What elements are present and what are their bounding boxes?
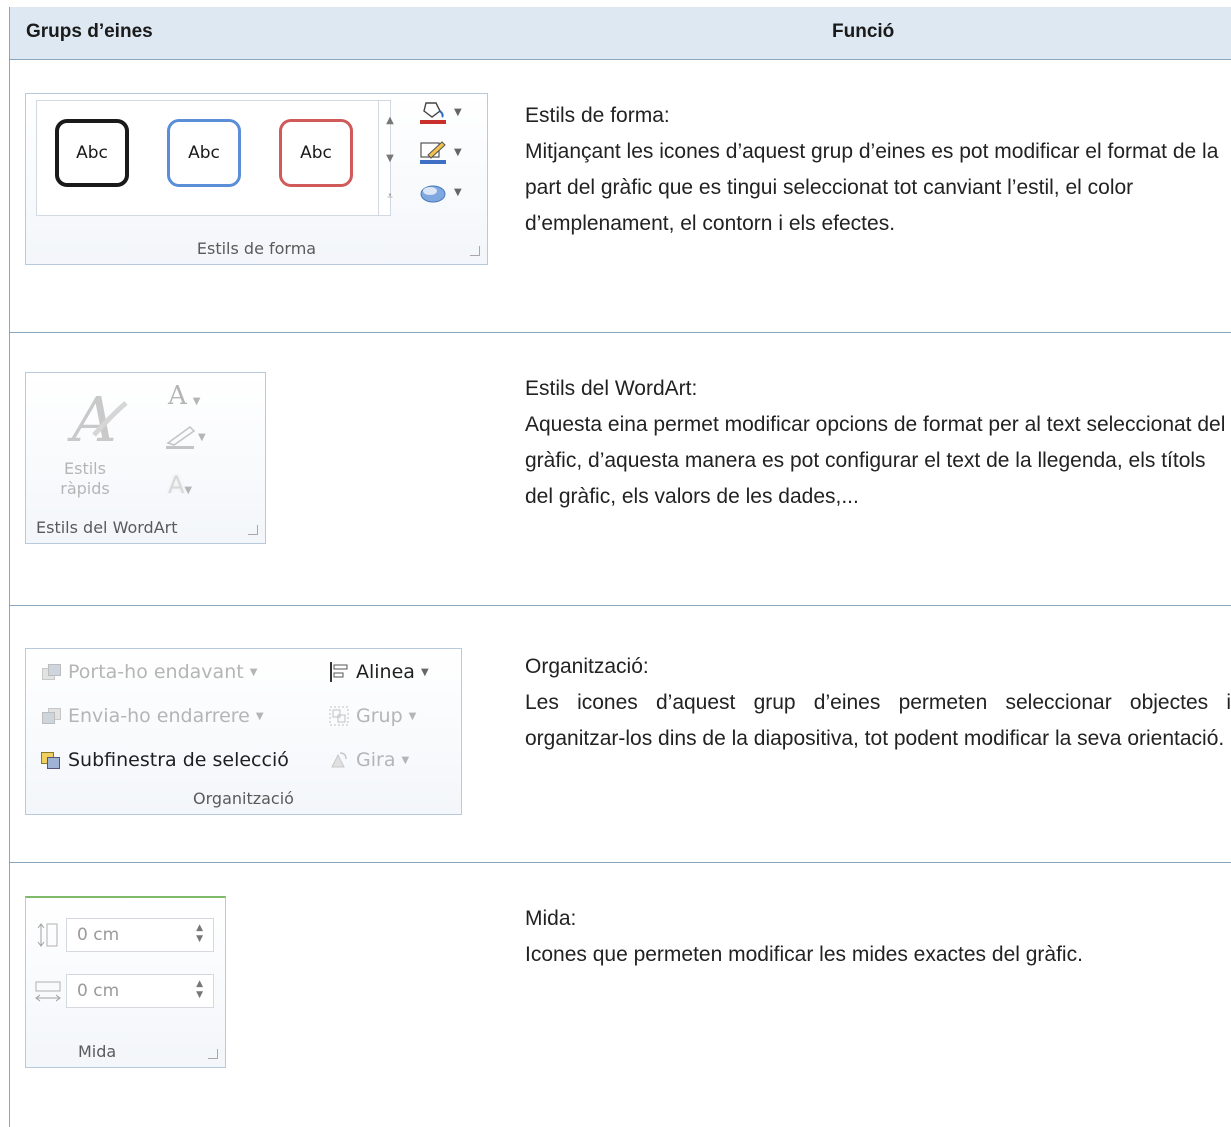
text-outline-icon[interactable]: ▼	[164, 423, 206, 451]
paint-bucket-icon	[420, 102, 446, 124]
shape-height-value: 0 cm	[77, 925, 120, 945]
row-title: Estils del WordArt:	[525, 377, 698, 400]
chevron-down-icon: ▼	[408, 710, 417, 722]
dialog-launcher-icon[interactable]	[208, 1049, 218, 1059]
shape-outline-button[interactable]: ▼	[418, 138, 468, 166]
selection-pane-button[interactable]: Subfinestra de selecció	[40, 749, 289, 771]
row-text: Les icones d’aquest grup d’eines permete…	[525, 691, 1231, 750]
header-tool-groups: Grups d’eines	[26, 21, 153, 42]
shape-height-field[interactable]: 0 cm ▲ ▼	[66, 918, 214, 952]
row-title: Estils de forma:	[525, 104, 670, 127]
table-row-arrange: Porta-ho endavant ▼ Envia-ho endarrere ▼…	[10, 606, 1231, 863]
shape-effects-button[interactable]: ▼	[418, 178, 468, 206]
row-text: Mitjançant les icones d’aquest grup d’ei…	[525, 140, 1219, 235]
table-row-wordart-styles: A Estils ràpids A ▼ ▼ A▼ Estils del WordA…	[10, 333, 1231, 606]
shape-styles-description: Estils de forma: Mitjançant les icones d…	[525, 98, 1231, 242]
shape-width-value: 0 cm	[77, 981, 120, 1001]
shape-styles-panel: Abc Abc Abc ▲ ▼ ⩡ ▼ ▼ ▼ Estils de forma	[25, 93, 488, 265]
group-icon	[329, 706, 349, 726]
size-label: Mida	[78, 1042, 117, 1061]
chevron-down-icon: ▼	[255, 710, 264, 722]
chevron-down-icon: ▼	[401, 754, 410, 766]
arrange-description: Organització: Les icones d’aquest grup d…	[525, 649, 1231, 757]
shape-style-red[interactable]: Abc	[279, 119, 353, 187]
shape-style-blue[interactable]: Abc	[167, 119, 241, 187]
arrange-panel: Porta-ho endavant ▼ Envia-ho endarrere ▼…	[25, 648, 462, 815]
align-label: Alinea	[356, 661, 415, 683]
shape-styles-gallery[interactable]: Abc Abc Abc	[36, 100, 391, 216]
text-fill-icon[interactable]: A ▼	[168, 381, 200, 411]
shape-width-field[interactable]: 0 cm ▲ ▼	[66, 974, 214, 1008]
tools-table: Grups d’eines Funció Abc Abc Abc ▲ ▼ ⩡ ▼…	[9, 7, 1231, 1127]
align-button[interactable]: Alinea ▼	[328, 661, 429, 683]
shape-height-icon	[37, 923, 58, 947]
dialog-launcher-icon[interactable]	[470, 246, 480, 256]
group-label: Grup	[356, 705, 403, 727]
row-title: Organització:	[525, 655, 649, 678]
row-text: Aquesta eina permet modificar opcions de…	[525, 413, 1226, 508]
chevron-down-icon: ▼	[249, 666, 258, 678]
send-backward-label: Envia-ho endarrere	[68, 705, 250, 727]
chevron-down-icon: ▼	[454, 106, 462, 118]
arrange-label: Organització	[193, 789, 294, 808]
chevron-down-icon: ▼	[420, 666, 429, 678]
chevron-down-icon: ▼	[454, 186, 462, 198]
header-function: Funció	[832, 21, 895, 42]
quick-styles-label-2: ràpids	[60, 479, 110, 498]
bring-forward-icon	[40, 663, 62, 681]
wordart-styles-panel: A Estils ràpids A ▼ ▼ A▼ Estils del WordA…	[25, 372, 266, 544]
bring-forward-button[interactable]: Porta-ho endavant ▼	[40, 661, 257, 683]
shape-width-icon	[35, 981, 61, 1002]
gallery-more-icon[interactable]: ⩡	[379, 178, 401, 215]
wordart-styles-description: Estils del WordArt: Aquesta eina permet …	[525, 371, 1231, 515]
pencil-outline-icon	[420, 141, 446, 164]
gallery-scroll: ▲ ▼ ⩡	[378, 100, 401, 216]
size-panel: 0 cm ▲ ▼ 0 cm ▲ ▼ Mida	[25, 896, 226, 1068]
align-icon	[330, 662, 348, 682]
shape-effects-icon	[420, 185, 446, 203]
quick-styles-icon[interactable]: A	[64, 383, 134, 456]
send-backward-icon	[40, 707, 62, 725]
spinner-arrows-icon[interactable]: ▲ ▼	[196, 923, 203, 945]
selection-pane-label: Subfinestra de selecció	[68, 749, 289, 771]
shape-fill-button[interactable]: ▼	[418, 98, 468, 126]
wordart-styles-label: Estils del WordArt	[36, 518, 178, 537]
rotate-icon	[331, 752, 347, 768]
quick-styles-button[interactable]: Estils ràpids	[26, 459, 144, 499]
text-effects-icon[interactable]: A▼	[168, 471, 192, 499]
shape-styles-label: Estils de forma	[196, 239, 317, 258]
selection-pane-icon	[40, 751, 62, 769]
size-description: Mida: Icones que permeten modificar les …	[525, 901, 1231, 973]
chevron-down-icon: ▼	[454, 146, 462, 158]
rotate-label: Gira	[356, 749, 396, 771]
spinner-arrows-icon[interactable]: ▲ ▼	[196, 979, 203, 1001]
table-row-shape-styles: Abc Abc Abc ▲ ▼ ⩡ ▼ ▼ ▼ Estils de forma …	[10, 60, 1231, 333]
rotate-button[interactable]: Gira ▼	[328, 749, 409, 771]
row-text: Icones que permeten modificar les mides …	[525, 943, 1083, 966]
group-button[interactable]: Grup ▼	[328, 705, 416, 727]
shape-style-black[interactable]: Abc	[55, 119, 129, 187]
quick-styles-label-1: Estils	[64, 459, 106, 478]
row-title: Mida:	[525, 907, 577, 930]
dialog-launcher-icon[interactable]	[248, 525, 258, 535]
table-header: Grups d’eines Funció	[10, 7, 1231, 60]
gallery-scroll-down-icon[interactable]: ▼	[379, 140, 401, 177]
bring-forward-label: Porta-ho endavant	[68, 661, 244, 683]
gallery-scroll-up-icon[interactable]: ▲	[379, 102, 401, 139]
table-row-size: 0 cm ▲ ▼ 0 cm ▲ ▼ Mida Mida: Icones que pe…	[10, 863, 1231, 1127]
send-backward-button[interactable]: Envia-ho endarrere ▼	[40, 705, 264, 727]
